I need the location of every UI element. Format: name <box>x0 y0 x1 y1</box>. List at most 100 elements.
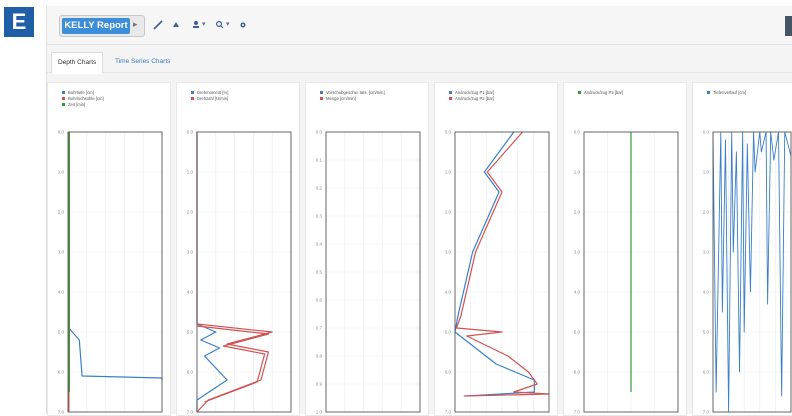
depth-chart-card: Tiefenverlauf [cm] 0.0 1.0 2.0 3.0 4.0 5.0 6.0 7… <box>692 82 792 416</box>
y-tick-label: 2.0 <box>58 210 65 215</box>
y-tick-label: 0.0 <box>187 130 194 135</box>
x-tick-label: 100 <box>483 414 491 415</box>
x-tick-label: 1 <box>727 414 730 415</box>
x-tick-label: 100 <box>268 414 276 415</box>
y-tick-label: 3.0 <box>445 250 452 255</box>
y-tick-label: 5.0 <box>574 330 581 335</box>
x-tick-label: 0.2 <box>360 414 367 415</box>
depth-plot[interactable]: 0.00.10.20.30.40.50.60.70.80.91.000.10.2… <box>306 83 428 416</box>
x-tick-label: 6.0 <box>121 414 128 415</box>
y-tick-label: 6.0 <box>445 370 452 375</box>
y-tick-label: 0.0 <box>58 130 65 135</box>
y-tick-label: 6.0 <box>187 370 194 375</box>
depth-chart-card: Vorschubgeschw. tats. [cm/min] Menge [cm/… <box>305 82 429 416</box>
depth-chart-card: Drehmoment [%] Drehzahl [U/min] 0.0 1.0 2.0 3… <box>176 82 300 416</box>
y-tick-label: 4.0 <box>703 290 710 295</box>
chevron-right-icon[interactable]: ▸ <box>133 19 138 30</box>
y-tick-label: 3.0 <box>58 250 65 255</box>
series-line <box>68 132 163 380</box>
y-tick-label: 2.0 <box>445 210 452 215</box>
tab-time-series-charts[interactable]: Time Series Charts <box>109 52 176 72</box>
y-tick-label: 4.0 <box>445 290 452 295</box>
app-window: KELLY Report ▸ ▾ ▾ Depth Charts Time Ser… <box>46 6 792 416</box>
panel-letter: E <box>4 7 34 37</box>
y-tick-label: 1.0 <box>445 170 452 175</box>
x-tick-label: 8.0 <box>140 414 147 415</box>
depth-plot[interactable]: 0.01.02.03.04.05.06.07.000.51.01.52.0 <box>564 83 686 416</box>
zoom-icon[interactable] <box>213 18 227 32</box>
y-tick-label: 3.0 <box>574 250 581 255</box>
depth-plot[interactable]: 0.01.02.03.04.05.06.07.002.04.06.08.010.… <box>48 83 170 416</box>
x-tick-label: 0.1 <box>342 414 349 415</box>
y-tick-label: 1.0 <box>574 170 581 175</box>
y-tick-label: 0.8 <box>316 354 323 359</box>
y-tick-label: 0.1 <box>316 158 323 163</box>
y-tick-label: 3.0 <box>187 250 194 255</box>
y-tick-label: 3.0 <box>703 250 710 255</box>
x-tick-label: 0.3 <box>379 414 386 415</box>
tab-depth-charts[interactable]: Depth Charts <box>51 52 104 74</box>
y-tick-label: 5.0 <box>187 330 194 335</box>
x-tick-label: 0.5 <box>604 414 611 415</box>
x-tick-label: 75 <box>251 414 257 415</box>
x-tick-label: 0.5 <box>417 414 424 415</box>
depth-plot[interactable]: 0.01.02.03.04.05.06.07.0012345 <box>693 83 792 416</box>
x-tick-label: 4.0 <box>102 414 109 415</box>
y-tick-label: 2.0 <box>703 210 710 215</box>
y-tick-label: 0.0 <box>703 130 710 135</box>
x-tick-label: 2 <box>743 414 746 415</box>
depth-chart-card: Andruck/zug P1 [bar] Andruck/zug P2 [bar]… <box>434 82 558 416</box>
x-tick-label: 3 <box>759 414 762 415</box>
x-tick-label: 2.0 <box>84 414 91 415</box>
y-tick-label: 0.3 <box>316 214 323 219</box>
y-tick-label: 1.0 <box>703 170 710 175</box>
x-tick-label: 10.0 <box>158 414 167 415</box>
y-tick-label: 6.0 <box>703 370 710 375</box>
y-tick-label: 5.0 <box>445 330 452 335</box>
y-tick-label: 0.0 <box>316 130 323 135</box>
report-dropdown[interactable]: KELLY Report ▸ <box>59 15 145 37</box>
x-tick-label: 150 <box>498 414 506 415</box>
series-line <box>196 132 228 412</box>
depth-plot[interactable]: 0.01.02.03.04.05.06.07.00255075100125 <box>177 83 299 416</box>
y-tick-label: 0.4 <box>316 242 323 247</box>
series-line <box>454 131 535 397</box>
depth-plot[interactable]: 0.01.02.03.04.05.06.07.00501001502002503… <box>435 83 557 416</box>
y-tick-label: 4.0 <box>574 290 581 295</box>
toolbar: KELLY Report ▸ ▾ ▾ <box>47 6 792 45</box>
user-icon[interactable] <box>189 18 203 32</box>
x-tick-label: 0 <box>325 414 328 415</box>
y-tick-label: 0.6 <box>316 298 323 303</box>
x-tick-label: 300 <box>545 414 553 415</box>
x-tick-label: 4 <box>774 414 777 415</box>
y-tick-label: 4.0 <box>187 290 194 295</box>
x-tick-label: 0 <box>712 414 715 415</box>
tab-bar: Depth Charts Time Series Charts <box>47 52 792 74</box>
x-tick-label: 200 <box>514 414 522 415</box>
depth-chart-card: Andruck/zug P3 [bar] 0.0 1.0 2.0 3.0 4.0 5.0 6.… <box>563 82 687 416</box>
y-tick-label: 1.0 <box>58 170 65 175</box>
settings-icon[interactable] <box>236 18 250 32</box>
x-tick-label: 50 <box>468 414 474 415</box>
y-tick-label: 2.0 <box>187 210 194 215</box>
fill-icon[interactable] <box>169 18 183 32</box>
x-tick-label: 0 <box>583 414 586 415</box>
x-tick-label: 0 <box>196 414 199 415</box>
x-tick-label: 0.4 <box>398 414 405 415</box>
y-tick-label: 6.0 <box>58 370 65 375</box>
x-tick-label: 50 <box>232 414 238 415</box>
x-tick-label: 250 <box>530 414 538 415</box>
y-tick-label: 5.0 <box>703 330 710 335</box>
y-tick-label: 0.7 <box>316 326 323 331</box>
x-tick-label: 0 <box>454 414 457 415</box>
x-tick-label: 2.0 <box>675 414 682 415</box>
pencil-icon[interactable] <box>151 18 165 32</box>
chevron-down-icon[interactable]: ▾ <box>202 20 206 28</box>
y-tick-label: 2.0 <box>574 210 581 215</box>
y-tick-label: 5.0 <box>58 330 65 335</box>
chevron-down-icon[interactable]: ▾ <box>226 20 230 28</box>
series-line <box>712 131 792 413</box>
x-tick-label: 1.5 <box>651 414 658 415</box>
report-button[interactable]: KELLY Report <box>62 18 130 34</box>
y-tick-label: 0.5 <box>316 270 323 275</box>
